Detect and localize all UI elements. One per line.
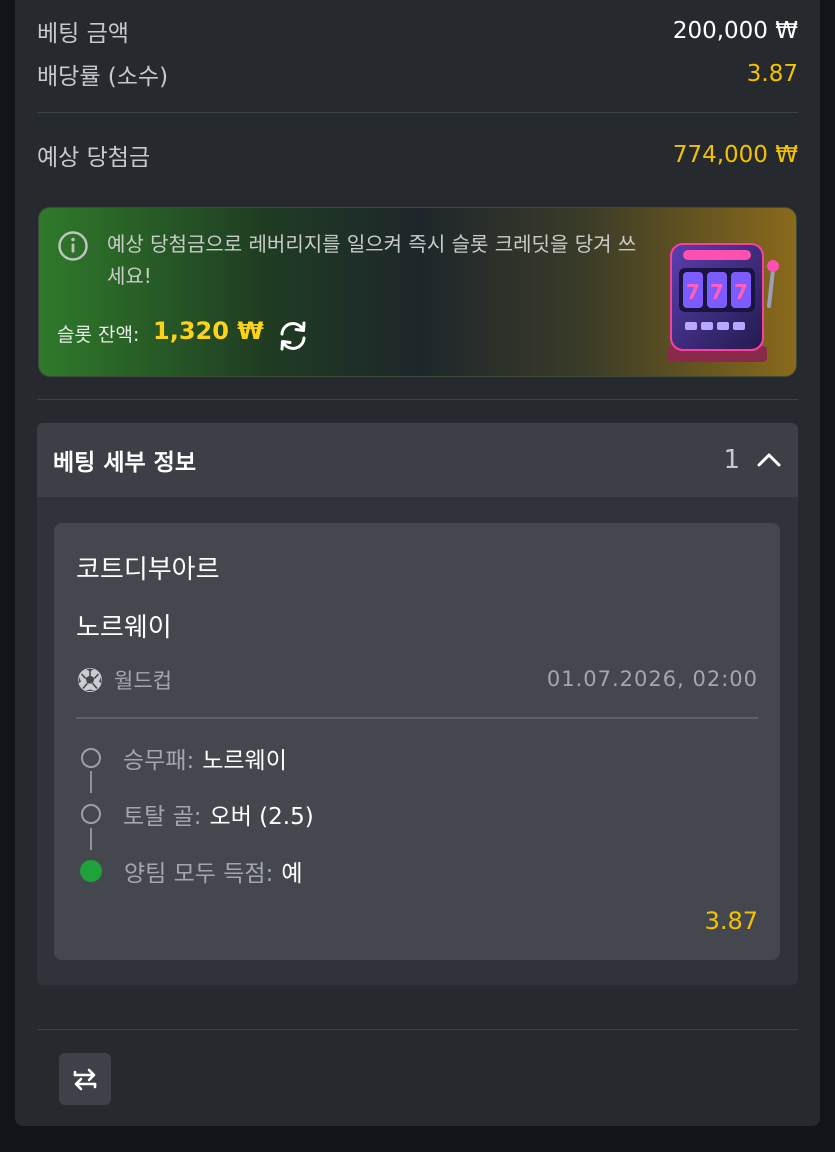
bet-details-title: 베팅 세부 정보 xyxy=(53,450,196,476)
pending-status-icon xyxy=(81,748,101,768)
selection-market: 승무패: xyxy=(123,748,195,774)
chevron-up-icon[interactable] xyxy=(756,447,782,473)
league-name: 월드컵 xyxy=(114,669,172,693)
bet-amount-label: 베팅 금액 xyxy=(37,21,129,47)
refresh-icon[interactable] xyxy=(275,318,311,354)
info-icon xyxy=(58,231,88,261)
selection-item: 토탈 골: 오버 (2.5) xyxy=(76,797,314,831)
selection-item: 양팀 모두 득점: 예 xyxy=(76,854,303,888)
slot-reel-1: 7 xyxy=(686,280,700,304)
swap-arrows-icon xyxy=(73,1068,97,1091)
bet-details-header[interactable]: 베팅 세부 정보 1 xyxy=(37,423,798,497)
promo-message: 예상 당첨금으로 레버리지를 일으켜 즉시 슬롯 크레딧을 당겨 쓰세요! xyxy=(107,232,637,288)
selection-item: 승무패: 노르웨이 xyxy=(76,741,287,775)
selection-market: 양팀 모두 득점: xyxy=(124,861,274,887)
potential-win-row: 예상 당첨금 774,000 ₩ xyxy=(37,138,798,172)
selection-pick: 노르웨이 xyxy=(202,748,287,774)
bet-amount-value: 200,000 ₩ xyxy=(672,18,798,44)
team-home: 코트디부아르 xyxy=(76,555,220,585)
betslip-panel: 베팅 금액 200,000 ₩ 배당률 (소수) 3.87 예상 당첨금 774… xyxy=(15,0,820,1126)
bet-event-card: 코트디부아르 노르웨이 월드컵 01.07.2026, 02:00 승무패: 노… xyxy=(54,523,780,960)
divider xyxy=(37,399,798,400)
odds-value: 3.87 xyxy=(746,61,798,87)
selection-pick: 오버 (2.5) xyxy=(209,804,314,830)
odds-row: 배당률 (소수) 3.87 xyxy=(37,57,798,91)
pending-status-icon xyxy=(81,804,101,824)
slot-reel-2: 7 xyxy=(710,280,724,304)
repeat-bet-button[interactable] xyxy=(59,1053,111,1105)
soccer-ball-icon xyxy=(78,668,102,692)
slot-balance-label: 슬롯 잔액: xyxy=(57,324,140,346)
bet-details-section: 베팅 세부 정보 1 코트디부아르 노르웨이 월드컵 01.07.2026, 0… xyxy=(37,423,798,985)
won-status-icon xyxy=(80,860,102,882)
selection-market: 토탈 골: xyxy=(123,804,202,830)
slot-reel-3: 7 xyxy=(734,280,748,304)
bet-amount-row: 베팅 금액 200,000 ₩ xyxy=(37,14,798,48)
potential-win-label: 예상 당첨금 xyxy=(37,145,151,171)
match-datetime: 01.07.2026, 02:00 xyxy=(546,667,758,691)
slot-balance-value: 1,320 ₩ xyxy=(153,317,264,345)
card-divider xyxy=(76,717,758,719)
divider xyxy=(37,1029,798,1030)
timeline-connector xyxy=(90,771,92,793)
slot-credit-promo: 예상 당첨금으로 레버리지를 일으켜 즉시 슬롯 크레딧을 당겨 쓰세요! 슬롯… xyxy=(38,207,797,377)
potential-win-value: 774,000 ₩ xyxy=(672,142,798,168)
odds-label: 배당률 (소수) xyxy=(37,64,169,90)
team-away: 노르웨이 xyxy=(76,613,172,643)
selection-odds: 3.87 xyxy=(704,907,758,935)
timeline-connector xyxy=(90,828,92,850)
selection-count: 1 xyxy=(723,445,740,475)
selection-pick: 예 xyxy=(281,861,303,887)
divider xyxy=(37,112,798,113)
slot-machine-icon: 7 7 7 xyxy=(667,243,779,362)
league-info: 월드컵 xyxy=(76,665,172,695)
